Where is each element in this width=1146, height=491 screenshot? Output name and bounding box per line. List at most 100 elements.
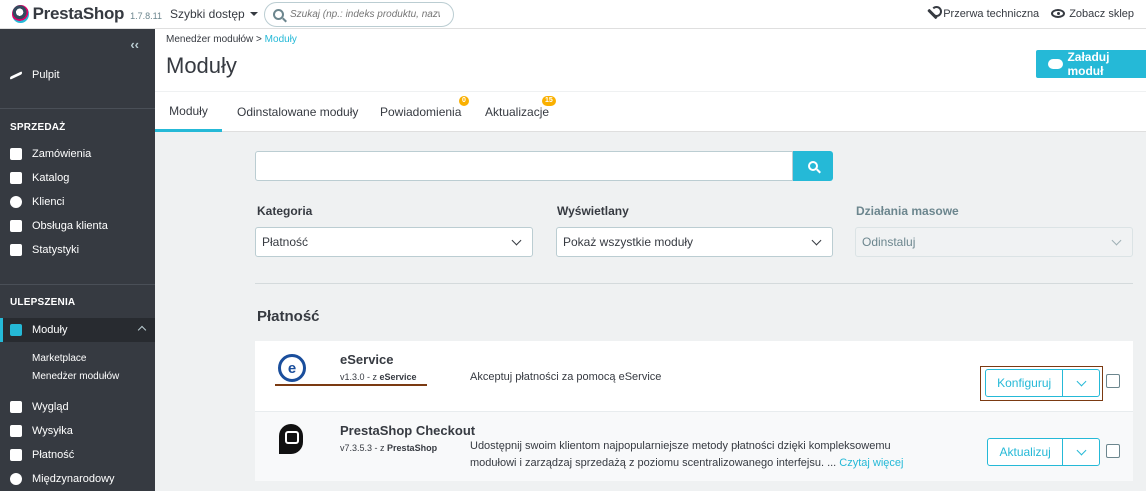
sidebar-item-customer-service[interactable]: Obsługa klienta [0,214,155,238]
tab-label: Powiadomienia [380,105,462,119]
category-select[interactable]: Płatność [255,227,533,257]
view-shop-link[interactable]: Zobacz sklep [1051,8,1134,20]
sidebar-section-improve: ULEPSZENIA [10,297,76,308]
upload-module-label: Załaduj moduł [1067,50,1110,78]
chevron-down-icon [1111,235,1122,246]
prestashop-logo[interactable]: PrestaShop 1.7.8.11 [12,4,162,24]
trending-up-icon [10,70,22,80]
view-shop-label: Zobacz sklep [1069,7,1134,20]
sidebar-item-payment[interactable]: Płatność [0,443,155,467]
upload-module-button[interactable]: Załaduj moduł [1036,50,1146,78]
focus-outline [980,366,1103,401]
sidebar-item-catalog[interactable]: Katalog [0,166,155,190]
truck-icon [10,425,22,437]
section-divider [255,283,1133,284]
category-select-value: Płatność [262,235,309,249]
module-version-text: v7.3.5.3 - z [340,443,385,453]
display-select[interactable]: Pokaż wszystkie moduły [556,227,833,257]
display-filter-label: Wyświetlany [557,204,629,218]
module-description: Akceptuj płatności za pomocą eService [470,371,662,383]
page-title: Moduły [166,53,237,78]
store-icon [10,172,22,184]
tab-uninstalled-modules[interactable]: Odinstalowane moduły [237,92,358,132]
prestashop-logo-icon [12,5,29,23]
bulk-actions-value: Odinstaluj [862,235,916,249]
sidebar-item-stats[interactable]: Statystyki [0,238,155,262]
chevron-down-icon [1076,445,1087,456]
tab-modules[interactable]: Moduły [155,92,222,132]
page-header: Menedżer modułów > Moduły Moduły Załaduj… [155,29,1146,91]
sidebar-item-label: Katalog [32,172,70,184]
chat-icon [10,220,22,232]
sidebar-item-shipping[interactable]: Wysyłka [0,419,155,443]
sidebar-subitem-marketplace[interactable]: Marketplace [32,353,86,364]
module-select-checkbox[interactable] [1106,444,1120,458]
module-author: eService [379,372,417,382]
module-row-prestashop-checkout: PrestaShop Checkout v7.3.5.3 - z PrestaS… [255,411,1133,481]
module-name: PrestaShop Checkout [340,423,476,438]
sidebar-item-appearance[interactable]: Wygląd [0,395,155,419]
sidebar-item-dashboard[interactable]: Pulpit [0,63,155,87]
version-label: 1.7.8.11 [130,11,162,21]
module-name: eService [340,352,394,367]
module-description-text: Udostępnij swoim klientom najpopularniej… [470,440,891,469]
category-title: Płatność [257,308,320,325]
sidebar-item-label: Wysyłka [32,425,73,437]
maintenance-label: Przerwa techniczna [943,7,1040,20]
quick-access-dropdown[interactable]: Szybki dostęp [170,7,258,21]
eservice-logo-icon: e [278,354,306,382]
update-button[interactable]: Aktualizuj [988,439,1064,465]
notifications-count-badge: 0 [459,96,469,106]
sidebar-item-modules[interactable]: Moduły [0,318,155,342]
sidebar-item-label: Moduły [32,324,68,336]
header-search[interactable] [264,2,454,27]
sidebar-item-label: Pulpit [32,69,60,81]
collapse-sidebar-icon[interactable]: ‹‹ [130,37,139,52]
breadcrumb-parent[interactable]: Menedżer modułów [166,34,253,45]
module-search-input[interactable] [255,151,793,181]
module-search-button[interactable] [793,151,833,181]
tab-updates[interactable]: Aktualizacje [485,92,549,132]
sidebar-section-sales: SPRZEDAŻ [10,122,66,133]
sidebar-divider [0,284,155,285]
module-separator-line [275,384,427,386]
breadcrumb-current: Moduły [264,34,297,45]
basket-icon [10,148,22,160]
tab-label: Moduły [169,103,208,118]
sidebar: ‹‹ Pulpit SPRZEDAŻ Zamówienia Katalog Kl… [0,29,155,491]
sidebar-divider [0,108,155,109]
account-icon [10,196,22,208]
sidebar-item-label: Płatność [32,449,75,461]
top-header: PrestaShop 1.7.8.11 Szybki dostęp Przerw… [0,0,1146,29]
read-more-link[interactable]: Czytaj więcej [839,457,903,469]
chevron-down-icon [811,235,822,246]
cloud-upload-icon [1048,59,1064,69]
module-tabs: Moduły Odinstalowane moduły Powiadomieni… [155,91,1146,132]
sidebar-item-customers[interactable]: Klienci [0,190,155,214]
tab-notifications[interactable]: Powiadomienia [380,92,461,132]
breadcrumb-separator: > [256,34,262,45]
search-icon [273,9,284,20]
category-filter-label: Kategoria [257,204,313,218]
chevron-up-icon [137,325,147,335]
tab-label: Aktualizacje [485,105,550,119]
module-select-checkbox[interactable] [1106,374,1120,388]
module-author: PrestaShop [387,443,438,453]
sidebar-item-international[interactable]: Międzynarodowy [0,467,155,491]
prestashop-checkout-logo-icon [279,424,303,454]
maintenance-link[interactable]: Przerwa techniczna [926,6,1040,20]
bar-chart-icon [10,244,22,256]
module-version: v1.3.0 - z eService [340,372,417,382]
chevron-down-icon [511,235,522,246]
module-version-text: v1.3.0 - z [340,372,378,382]
header-search-input[interactable] [290,9,440,20]
caret-down-icon [249,12,258,16]
module-version: v7.3.5.3 - z PrestaShop [340,443,437,453]
globe-icon [10,473,22,485]
tab-label: Odinstalowane moduły [237,105,359,119]
sidebar-subitem-module-manager[interactable]: Menedżer modułów [32,371,119,382]
module-actions-dropdown[interactable] [1063,439,1099,465]
eservice-logo: e [275,351,309,385]
updates-count-badge: 15 [542,96,556,106]
sidebar-item-orders[interactable]: Zamówienia [0,142,155,166]
